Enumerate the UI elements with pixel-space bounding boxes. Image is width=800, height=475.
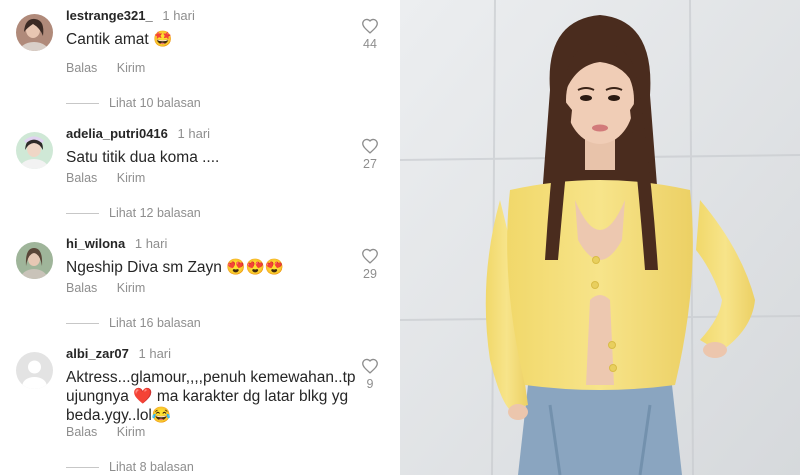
comment-username[interactable]: lestrange321_: [66, 8, 153, 23]
send-button[interactable]: Kirim: [117, 425, 145, 439]
avatar[interactable]: [16, 14, 53, 51]
like-button[interactable]: 27: [358, 138, 382, 171]
avatar[interactable]: [16, 132, 53, 169]
view-replies-label: Lihat 16 balasan: [109, 316, 201, 330]
like-button[interactable]: 29: [358, 248, 382, 281]
view-replies-link[interactable]: Lihat 16 balasan: [66, 316, 201, 330]
send-button[interactable]: Kirim: [117, 61, 145, 75]
like-count: 27: [363, 157, 377, 171]
reply-button[interactable]: Balas: [66, 61, 97, 75]
like-button[interactable]: 9: [358, 358, 382, 391]
view-replies-link[interactable]: Lihat 10 balasan: [66, 96, 201, 110]
divider-line: [66, 212, 99, 214]
comment-username[interactable]: adelia_putri0416: [66, 126, 168, 141]
send-button[interactable]: Kirim: [117, 171, 145, 185]
like-count: 9: [366, 377, 374, 391]
comment-text: Cantik amat 🤩: [66, 31, 173, 48]
post-photo[interactable]: [400, 0, 800, 475]
comment-time: 1 hari: [138, 346, 172, 361]
comment-text: Aktress...glamour,,,,penuh kemewahan..tp…: [66, 369, 356, 424]
send-button[interactable]: Kirim: [117, 281, 145, 295]
like-count: 29: [363, 267, 377, 281]
avatar[interactable]: [16, 242, 53, 279]
reply-button[interactable]: Balas: [66, 281, 97, 295]
view-replies-link[interactable]: Lihat 8 balasan: [66, 460, 194, 474]
comment-time: 1 hari: [177, 126, 211, 141]
comment-username[interactable]: albi_zar07: [66, 346, 129, 361]
comment-username[interactable]: hi_wilona: [66, 236, 125, 251]
divider-line: [66, 102, 99, 104]
comment-text: Satu titik dua koma ....: [66, 149, 220, 166]
comment-list: lestrange321_ 1 hari Cantik amat 🤩 Balas…: [0, 0, 400, 475]
comment-time: 1 hari: [162, 8, 195, 23]
view-replies-label: Lihat 12 balasan: [109, 206, 201, 220]
heart-outline-icon[interactable]: [361, 18, 379, 34]
comment-time: 1 hari: [134, 236, 168, 251]
view-replies-label: Lihat 10 balasan: [109, 96, 201, 110]
heart-outline-icon[interactable]: [361, 138, 379, 154]
divider-line: [66, 322, 99, 324]
avatar[interactable]: [16, 352, 53, 389]
comment-text: Ngeship Diva sm Zayn 😍😍😍: [66, 259, 285, 276]
view-replies-label: Lihat 8 balasan: [109, 460, 194, 474]
reply-button[interactable]: Balas: [66, 425, 97, 439]
like-count: 44: [363, 37, 377, 51]
reply-button[interactable]: Balas: [66, 171, 97, 185]
heart-outline-icon[interactable]: [361, 358, 379, 374]
like-button[interactable]: 44: [358, 18, 382, 51]
view-replies-link[interactable]: Lihat 12 balasan: [66, 206, 201, 220]
heart-outline-icon[interactable]: [361, 248, 379, 264]
divider-line: [66, 466, 99, 468]
person-silhouette-icon: [16, 352, 53, 389]
